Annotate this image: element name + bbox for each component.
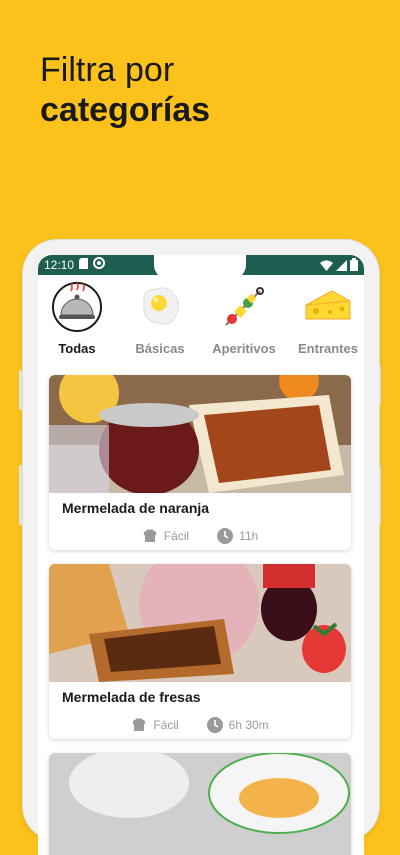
recipe-card[interactable]: Mermelada de naranja Fácil 11h <box>49 375 351 550</box>
tab-label: Básicas <box>135 341 185 356</box>
tab-entrantes[interactable]: Entrantes <box>292 281 364 356</box>
cheese-icon <box>302 281 354 333</box>
difficulty-label: Fácil <box>153 718 179 732</box>
recipe-title: Mermelada de naranja <box>62 500 210 516</box>
recipe-photo <box>49 564 351 682</box>
duration: 11h <box>217 528 258 544</box>
phone-frame: 12:10 Todas Básicas Aperitivos Entrantes… <box>23 240 379 855</box>
recipe-meta: Fácil 6h 30m <box>49 717 351 733</box>
tab-todas[interactable]: Todas <box>41 281 113 356</box>
app-screen: 12:10 Todas Básicas Aperitivos Entrantes… <box>38 255 364 855</box>
recipe-card[interactable] <box>49 753 351 855</box>
duration-label: 11h <box>239 529 259 543</box>
tab-label: Entrantes <box>298 341 358 356</box>
difficulty-label: Fácil <box>163 529 190 543</box>
headline-line1: Filtra por <box>40 51 175 89</box>
difficulty: Fácil <box>131 717 179 733</box>
status-bar: 12:10 <box>38 255 364 279</box>
duration: 6h 30m <box>206 717 269 733</box>
duration-label: 6h 30m <box>228 718 269 732</box>
tab-label: Aperitivos <box>212 341 276 356</box>
recipe-title: Mermelada de fresas <box>62 689 201 705</box>
chef-hat-icon <box>131 717 147 733</box>
recipe-photo <box>49 753 351 855</box>
wifi-icon <box>320 258 333 276</box>
tab-aperitivos[interactable]: Aperitivos <box>208 281 280 356</box>
clock-icon <box>217 528 234 544</box>
sync-icon <box>93 257 106 272</box>
headline-line2: categorías <box>40 91 211 129</box>
recipe-photo <box>49 375 351 493</box>
skewer-icon <box>218 281 270 333</box>
recipe-meta: Fácil 11h <box>49 528 351 544</box>
fried-egg-icon <box>134 281 186 333</box>
camera-notch <box>154 255 246 279</box>
headline: Filtra por categorías <box>40 50 210 130</box>
chef-hat-icon <box>142 528 158 544</box>
signal-icon <box>336 258 347 276</box>
serving-cloche-icon <box>51 281 103 333</box>
tab-label: Todas <box>58 341 96 356</box>
tab-basicas[interactable]: Básicas <box>124 281 196 356</box>
category-tabs: Todas Básicas Aperitivos Entrantes <box>38 281 364 361</box>
recipe-card[interactable]: Mermelada de fresas Fácil 6h 30m <box>49 564 351 739</box>
clock-icon <box>206 717 223 733</box>
difficulty: Fácil <box>142 528 189 544</box>
battery-icon <box>350 258 358 276</box>
status-time: 12:10 <box>44 257 75 272</box>
sd-card-icon <box>79 257 89 272</box>
